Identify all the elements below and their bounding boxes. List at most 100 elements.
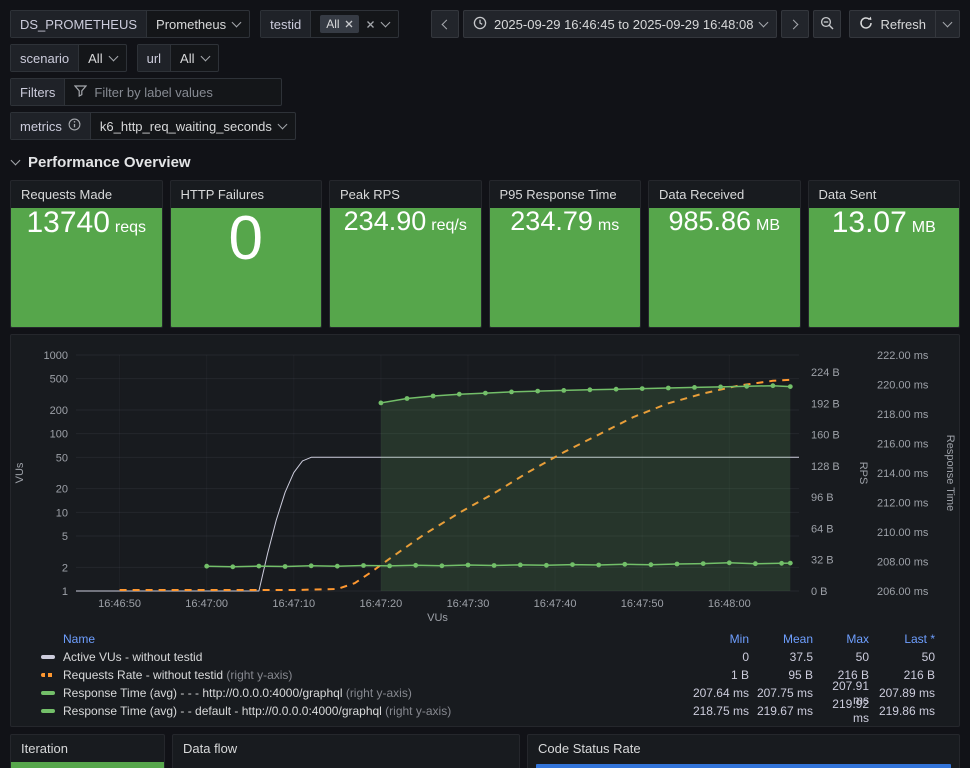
stat-title[interactable]: Requests Made bbox=[11, 181, 162, 208]
x-axis-tick: 16:47:30 bbox=[447, 598, 490, 610]
time-range-text: 2025-09-29 16:46:45 to 2025-09-29 16:48:… bbox=[493, 16, 754, 32]
legend-col-min[interactable]: Min bbox=[685, 632, 749, 646]
panel-title[interactable]: Data flow bbox=[173, 735, 519, 762]
chevron-down-icon bbox=[380, 17, 390, 28]
response-axis-tick: 220.00 ms bbox=[877, 380, 929, 392]
series-name[interactable]: Response Time (avg) - - - http://0.0.0.0… bbox=[63, 686, 685, 700]
stat-value-area: 0 bbox=[170, 204, 321, 327]
stat-value-area: 234.90 req/s bbox=[330, 208, 481, 327]
section-performance-overview[interactable]: Performance Overview bbox=[10, 153, 960, 171]
legend-col-last[interactable]: Last * bbox=[869, 632, 935, 646]
legend-max: 219.92 ms bbox=[832, 697, 869, 725]
legend-col-max[interactable]: Max bbox=[813, 632, 869, 646]
series-name[interactable]: Requests Rate - without testid (right y-… bbox=[63, 668, 685, 682]
chevron-down-icon bbox=[231, 17, 242, 28]
metrics-label: metrics bbox=[20, 118, 62, 134]
series-point bbox=[483, 390, 488, 396]
chevron-down-icon bbox=[759, 17, 769, 28]
refresh-button[interactable]: Refresh bbox=[849, 10, 936, 38]
stat-value: 0 bbox=[228, 204, 263, 273]
url-value: All bbox=[180, 50, 195, 66]
legend-col-mean[interactable]: Mean bbox=[749, 632, 813, 646]
datasource-label: DS_PROMETHEUS bbox=[11, 11, 148, 37]
rps-axis-tick: 160 B bbox=[811, 430, 840, 442]
testid-value-tag[interactable]: All bbox=[320, 15, 359, 33]
rate-bar bbox=[536, 764, 951, 768]
x-axis-tick: 16:48:00 bbox=[708, 598, 751, 610]
scenario-select[interactable]: All bbox=[79, 45, 125, 71]
panel-title[interactable]: Code Status Rate bbox=[528, 735, 959, 762]
series-point bbox=[692, 385, 697, 390]
stat-panel: Requests Made 13740 reqs bbox=[10, 180, 163, 328]
testid-picker: testid All bbox=[260, 10, 399, 38]
url-select[interactable]: All bbox=[171, 45, 217, 71]
info-icon[interactable] bbox=[68, 118, 81, 134]
rps-axis-tick: 224 B bbox=[811, 367, 840, 379]
chevron-right-icon bbox=[789, 19, 799, 29]
series-area bbox=[380, 385, 791, 591]
series-point bbox=[256, 563, 262, 569]
vus-axis-tick: 500 bbox=[50, 374, 68, 386]
time-back-button[interactable] bbox=[430, 10, 459, 38]
stat-value: 234.90 bbox=[343, 206, 427, 236]
x-axis-tick: 16:46:50 bbox=[98, 598, 141, 610]
series-point bbox=[361, 563, 366, 568]
filters-label: Filters bbox=[11, 79, 66, 105]
series-point bbox=[787, 384, 793, 389]
timeseries-chart[interactable]: 1000 500 200 100 50 20 10 5 2 1 224 B 192 B 160 B 128… bbox=[11, 341, 959, 625]
vus-axis-tick: 10 bbox=[56, 507, 68, 519]
stat-title[interactable]: Data Received bbox=[649, 181, 800, 208]
legend-row: Requests Rate - without testid (right y-… bbox=[41, 666, 935, 684]
metrics-label-wrap: metrics bbox=[11, 113, 91, 139]
legend-min: 218.75 ms bbox=[692, 704, 749, 718]
stat-value: 985.86 bbox=[668, 206, 752, 236]
clear-all-icon[interactable] bbox=[366, 20, 375, 29]
left-axis-title: VUs bbox=[14, 462, 26, 483]
stat-title[interactable]: P95 Response Time bbox=[490, 181, 641, 208]
bottom-row: Iteration Data flow Code Status Rate bbox=[10, 734, 960, 768]
x-axis-tick: 16:47:00 bbox=[185, 598, 228, 610]
series-color-icon bbox=[41, 655, 55, 659]
legend-last: 50 bbox=[921, 650, 935, 664]
toolbar-row-4: metrics k6_http_req_waiting_seconds bbox=[10, 112, 960, 140]
datasource-select[interactable]: Prometheus bbox=[147, 11, 249, 37]
filter-input[interactable] bbox=[94, 84, 273, 100]
legend-col-name[interactable]: Name bbox=[41, 632, 685, 646]
testid-select[interactable]: All bbox=[311, 11, 397, 37]
time-forward-button[interactable] bbox=[781, 10, 810, 38]
response-axis-tick: 210.00 ms bbox=[877, 527, 929, 539]
refresh-picker: Refresh bbox=[849, 10, 960, 38]
vus-axis-tick: 50 bbox=[56, 452, 68, 464]
refresh-interval-dropdown[interactable] bbox=[936, 10, 960, 38]
metrics-select[interactable]: k6_http_req_waiting_seconds bbox=[91, 113, 295, 139]
series-point bbox=[770, 383, 776, 389]
zoom-out-button[interactable] bbox=[813, 10, 842, 38]
stat-title[interactable]: Peak RPS bbox=[330, 181, 481, 208]
panel-data-flow: Data flow bbox=[172, 734, 520, 768]
filter-funnel-icon bbox=[74, 84, 88, 100]
legend-mean: 207.75 ms bbox=[756, 686, 813, 700]
dashboard-page: DS_PROMETHEUS Prometheus testid All 2025… bbox=[0, 0, 970, 768]
series-point bbox=[308, 563, 314, 569]
rps-axis-title: RPS bbox=[857, 462, 869, 485]
rps-axis-tick: 32 B bbox=[811, 555, 834, 567]
vus-axis-tick: 2 bbox=[62, 562, 68, 574]
rps-axis-tick: 96 B bbox=[811, 492, 834, 504]
time-range-button[interactable]: 2025-09-29 16:46:45 to 2025-09-29 16:48:… bbox=[462, 10, 778, 38]
zoom-out-icon bbox=[820, 16, 834, 33]
stat-value-area: 985.86 MB bbox=[649, 208, 800, 327]
series-name[interactable]: Response Time (avg) - - default - http:/… bbox=[63, 704, 685, 718]
refresh-label: Refresh bbox=[880, 16, 926, 32]
scenario-label: scenario bbox=[11, 45, 80, 71]
series-name[interactable]: Active VUs - without testid bbox=[63, 650, 685, 664]
vus-axis-tick: 1000 bbox=[44, 350, 68, 362]
url-picker: url All bbox=[136, 44, 219, 72]
stat-title[interactable]: Data Sent bbox=[809, 181, 960, 208]
clock-icon bbox=[473, 16, 487, 33]
stat-value-area: 13.07 MB bbox=[808, 208, 959, 327]
panel-title[interactable]: Iteration bbox=[11, 735, 164, 762]
legend-row: Response Time (avg) - - - http://0.0.0.0… bbox=[41, 679, 935, 707]
remove-value-icon[interactable] bbox=[345, 20, 353, 28]
panel-body bbox=[528, 762, 959, 768]
testid-value: All bbox=[326, 17, 340, 31]
